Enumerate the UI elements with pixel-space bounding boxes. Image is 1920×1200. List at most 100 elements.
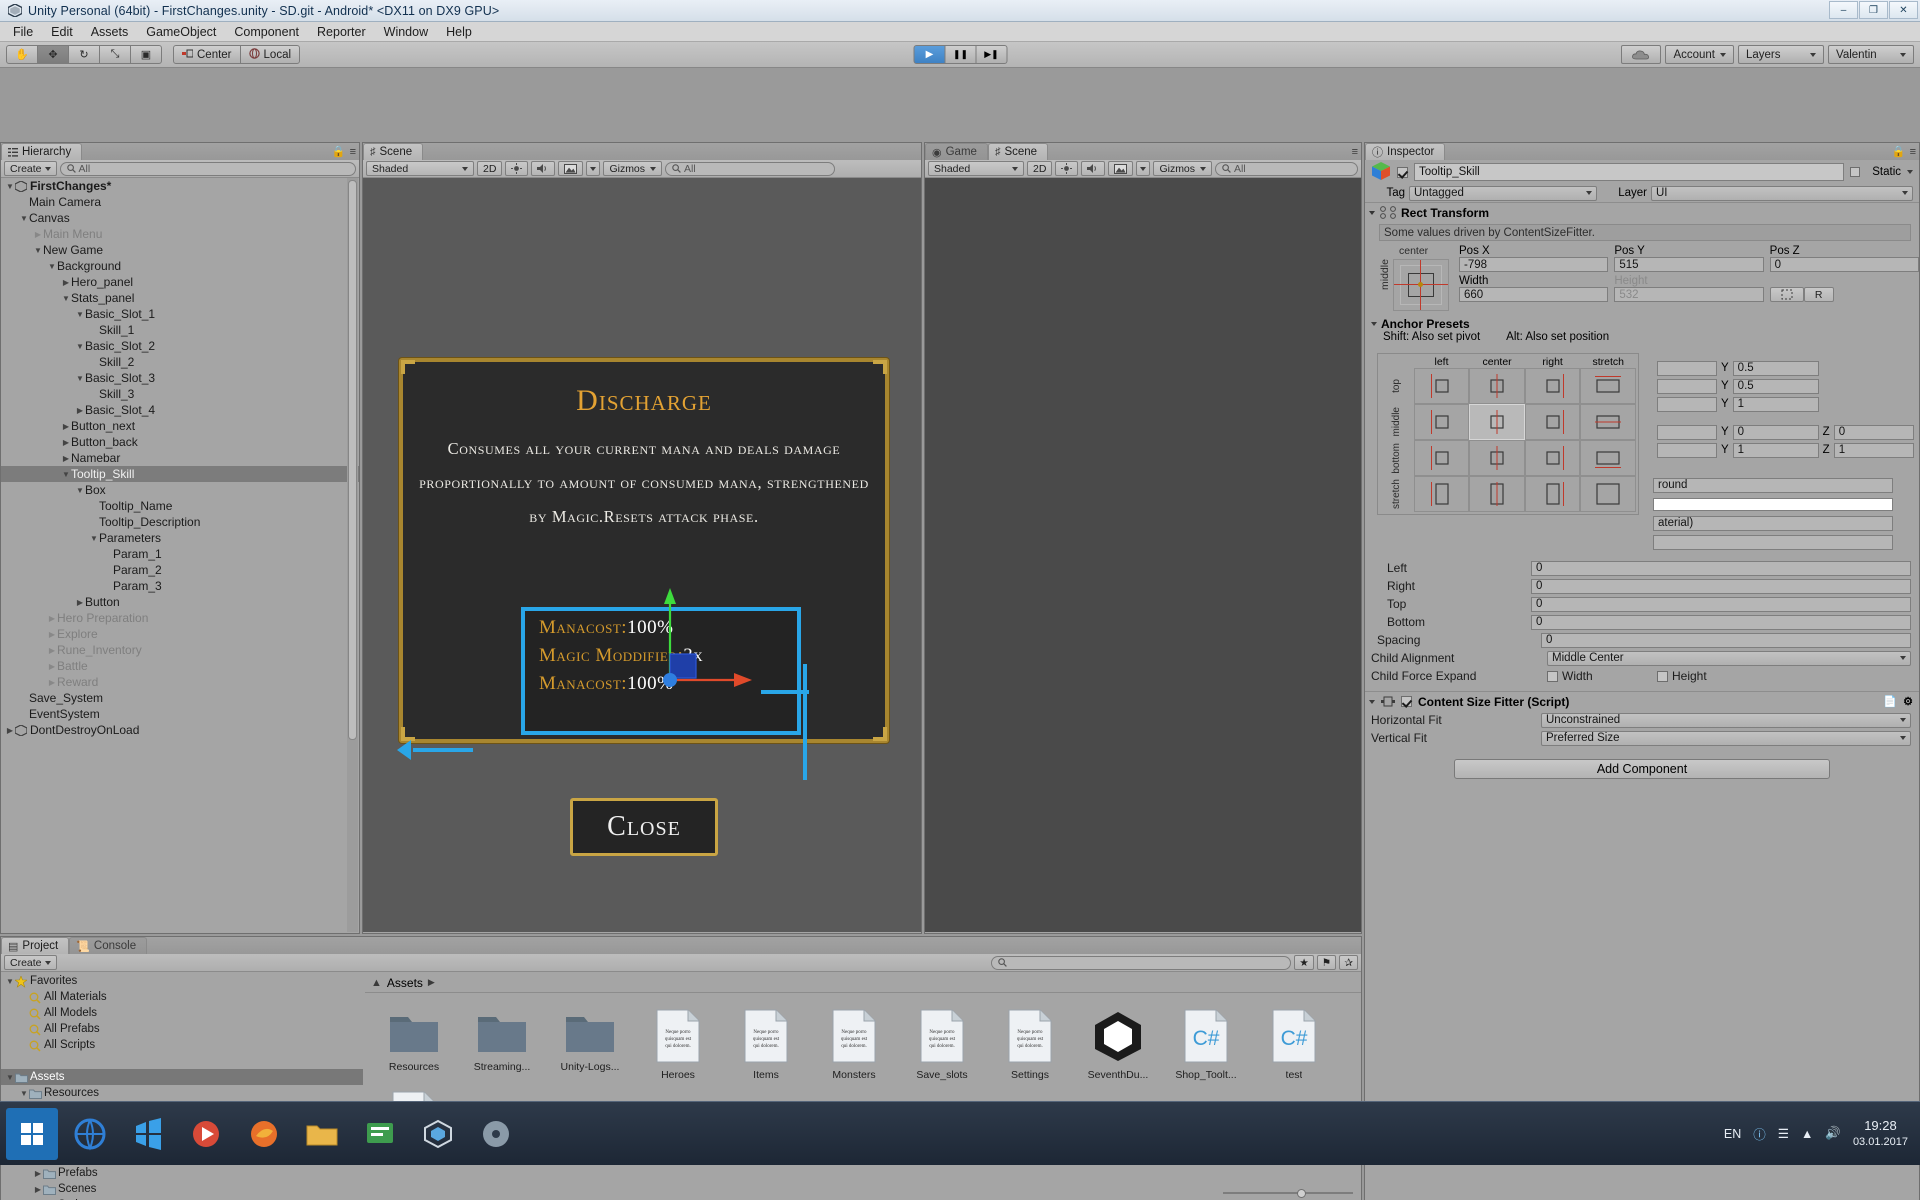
hierarchy-item-firstchanges-[interactable]: ▼ FirstChanges* [1,178,359,194]
hierarchy-item-button-back[interactable]: ▶ Button_back [1,434,359,450]
tab-console[interactable]: 📜 Console [69,937,148,954]
media-icon[interactable] [180,1108,232,1160]
panel-menu-icon[interactable]: ≡ [350,146,356,158]
scene-search-input[interactable]: All [665,161,836,176]
anchor-preset-top-right[interactable] [1524,368,1581,404]
chevron-down-icon[interactable]: ▼ [75,374,85,383]
browser-icon[interactable] [64,1108,116,1160]
scale-y-input[interactable]: 1 [1732,442,1819,458]
tray-language[interactable]: EN [1724,1127,1741,1141]
scene-effects-toggle[interactable] [558,161,584,176]
asset-item-monsters[interactable]: Neque porro quisquam est qui dolorem. Monst… [815,1009,893,1081]
asset-item-test[interactable]: C# test [1255,1009,1333,1081]
volume-icon[interactable]: 🔊 [1825,1126,1841,1141]
chevron-right-icon[interactable]: ▶ [61,454,71,463]
filter-favorite-button[interactable]: ✰ [1339,955,1358,970]
rotation-z-input[interactable]: 0 [1833,424,1914,440]
menu-edit[interactable]: Edit [42,23,82,41]
collab-cloud-button[interactable] [1621,45,1662,64]
asset-item-resources[interactable]: Resources [375,1009,453,1081]
layout-button[interactable]: Valentin [1828,45,1914,64]
chevron-down-icon[interactable]: ▼ [75,310,85,319]
hierarchy-item-save-system[interactable]: Save_System [1,690,359,706]
hierarchy-item-canvas[interactable]: ▼ Canvas [1,210,359,226]
asset-item-seventhdu-[interactable]: SeventhDu... [1079,1009,1157,1081]
hierarchy-item-explore[interactable]: ▶ Explore [1,626,359,642]
anchor-preview-box[interactable] [1393,259,1449,311]
project-search-input[interactable] [991,955,1292,970]
anchor-preset-stretch-left[interactable] [1413,476,1470,512]
hierarchy-search-input[interactable]: All [59,161,356,176]
chevron-right-icon[interactable]: ▶ [47,614,57,623]
content-size-fitter-header[interactable]: Content Size Fitter (Script) 📄 ⚙ [1365,691,1919,711]
project-assets-pane[interactable]: ▲ Assets ▶ Resources Streaming... Unity-Lo… [365,973,1361,1200]
chevron-down-icon[interactable]: ▼ [19,214,29,223]
tab-scene-secondary[interactable]: ♯ Scene [987,143,1049,160]
start-icon[interactable] [6,1107,58,1160]
color-swatch[interactable] [1653,497,1893,511]
asset-item-heroes[interactable]: Neque porro quisquam est qui dolorem. Heroe… [639,1009,717,1081]
padding-bottom-input[interactable]: 0 [1531,614,1911,630]
hierarchy-item-basic-slot-1[interactable]: ▼ Basic_Slot_1 [1,306,359,322]
minimize-button[interactable]: – [1829,1,1858,19]
pos-y-input[interactable]: 515 [1614,257,1764,272]
project-tree-item-all-scripts[interactable]: All Scripts [1,1037,363,1053]
hierarchy-item-basic-slot-4[interactable]: ▶ Basic_Slot_4 [1,402,359,418]
material-name-field[interactable]: round [1653,477,1893,493]
pivot-y-input[interactable]: 1 [1732,396,1819,412]
hierarchy-item-param-2[interactable]: Param_2 [1,562,359,578]
checkbox-width[interactable] [1547,670,1558,682]
hierarchy-item-main-camera[interactable]: Main Camera [1,194,359,210]
scale-tool-icon[interactable]: ⤡ [99,45,131,64]
material-field-3[interactable] [1653,534,1893,550]
chevron-down-icon[interactable]: ▼ [61,470,71,479]
game-effects-toggle[interactable] [1108,161,1134,176]
hierarchy-item-eventsystem[interactable]: EventSystem [1,706,359,722]
scale-z-input[interactable]: 1 [1833,442,1914,458]
project-tree-item-scenes[interactable]: ▶ Scenes [1,1181,363,1197]
hierarchy-item-background[interactable]: ▼ Background [1,258,359,274]
layer-dropdown[interactable]: UI [1651,185,1913,201]
blueprint-mode-button[interactable] [1769,287,1804,302]
anchor-preset-middle-stretch[interactable] [1580,404,1636,440]
chevron-down-icon[interactable]: ▼ [75,342,85,351]
hierarchy-item-param-1[interactable]: Param_1 [1,546,359,562]
menu-window[interactable]: Window [375,23,437,41]
chevron-right-icon[interactable]: ▶ [61,438,71,447]
up-arrow-icon[interactable]: ▲ [1801,1127,1813,1141]
hierarchy-item-namebar[interactable]: ▶ Namebar [1,450,359,466]
hierarchy-create-button[interactable]: Create [4,161,57,176]
chevron-right-icon[interactable]: ▶ [61,422,71,431]
maximize-button[interactable]: ❐ [1859,1,1888,19]
menu-assets[interactable]: Assets [82,23,138,41]
gameobject-enabled-checkbox[interactable] [1397,166,1408,178]
checkbox-height[interactable] [1657,670,1668,682]
hand-tool-icon[interactable]: ✋ [6,45,38,64]
scene-gizmos-dropdown[interactable]: Gizmos [603,161,663,176]
tooltip-close-button[interactable]: Close [570,798,718,856]
move-gizmo[interactable] [628,578,758,688]
hierarchy-item-hero-panel[interactable]: ▶ Hero_panel [1,274,359,290]
anchor-preset-bottom-right[interactable] [1524,440,1581,476]
tag-dropdown[interactable]: Untagged [1409,185,1597,201]
hierarchy-item-tooltip-name[interactable]: Tooltip_Name [1,498,359,514]
project-tree-item-assets[interactable]: ▼ Assets [1,1069,363,1085]
anchor-preset-middle-left[interactable] [1413,404,1470,440]
chevron-right-icon[interactable]: ▶ [47,662,57,671]
child-force-expand-height[interactable]: Height [1657,669,1707,683]
anchor-max-y-input[interactable]: 0.5 [1732,378,1819,394]
hierarchy-item-param-3[interactable]: Param_3 [1,578,359,594]
scene-shading-dropdown[interactable]: Shaded [366,161,474,176]
move-tool-icon[interactable]: ✥ [37,45,69,64]
hierarchy-item-main-menu[interactable]: ▶ Main Menu [1,226,359,242]
explorer-icon[interactable] [354,1108,406,1160]
chevron-right-icon[interactable]: ▶ [33,230,43,239]
asset-item-save-slots[interactable]: Neque porro quisquam est qui dolorem. Save_… [903,1009,981,1081]
hierarchy-item-battle[interactable]: ▶ Battle [1,658,359,674]
anchor-presets-grid[interactable]: left center right stretch top middle botto… [1377,353,1639,515]
hierarchy-item-tooltip-description[interactable]: Tooltip_Description [1,514,359,530]
help-icon[interactable]: ⓘ [1753,1124,1766,1143]
rect-transform-header[interactable]: Rect Transform [1365,202,1919,222]
chevron-right-icon[interactable]: ▶ [75,598,85,607]
collapse-icon[interactable]: ▲ [371,977,382,989]
